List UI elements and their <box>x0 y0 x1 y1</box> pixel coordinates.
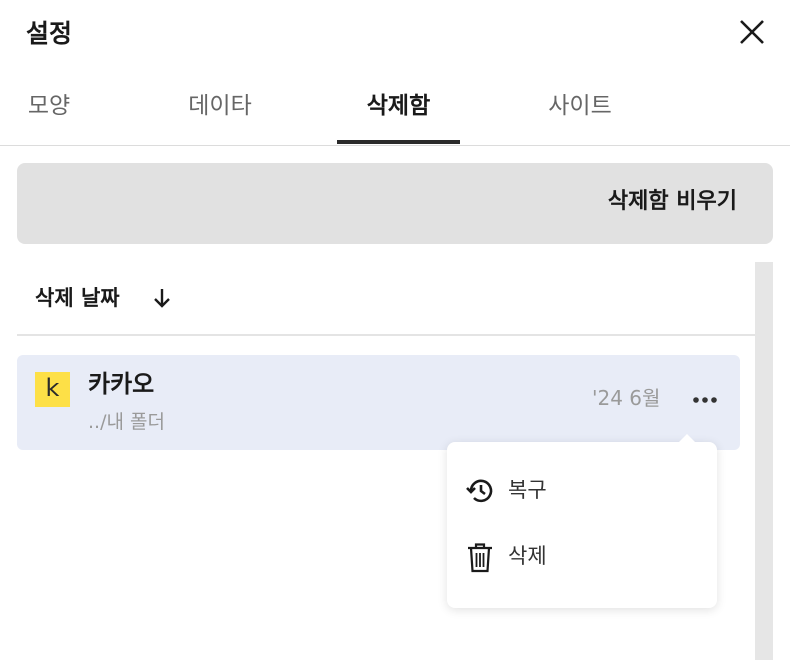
context-menu: 복구 삭제 <box>447 434 717 608</box>
restore-history-icon <box>466 479 493 503</box>
list-item[interactable]: k 카카오 ../내 폴더 '24 6월 <box>17 355 740 450</box>
item-path: ../내 폴더 <box>88 411 165 433</box>
active-tab-indicator <box>337 140 460 144</box>
tab-data[interactable]: 데이타 <box>170 80 270 144</box>
trash-icon <box>468 543 492 573</box>
close-icon <box>740 20 764 44</box>
scrollbar[interactable] <box>755 262 773 660</box>
arrow-down-icon[interactable] <box>153 288 171 308</box>
close-button[interactable] <box>730 12 774 52</box>
tab-bar: 모양 데이타 삭제함 사이트 <box>0 80 790 146</box>
delete-label: 삭제 <box>508 544 547 568</box>
trash-toolbar: 삭제함 비우기 <box>17 163 773 244</box>
item-name: 카카오 <box>88 370 155 398</box>
empty-trash-button[interactable]: 삭제함 비우기 <box>608 163 737 241</box>
item-deleted-date: '24 6월 <box>592 386 661 410</box>
sort-header: 삭제 날짜 <box>17 262 755 336</box>
restore-menu-item[interactable]: 복구 <box>447 466 717 516</box>
site-logo: k <box>35 372 70 407</box>
page-title: 설정 <box>26 19 73 48</box>
sort-by-deleted-date[interactable]: 삭제 날짜 <box>35 282 120 312</box>
tab-trash[interactable]: 삭제함 <box>337 80 460 144</box>
tab-sites[interactable]: 사이트 <box>530 80 630 144</box>
more-horizontal-icon <box>693 397 717 403</box>
tab-appearance[interactable]: 모양 <box>14 80 84 144</box>
delete-menu-item[interactable]: 삭제 <box>447 532 717 582</box>
restore-label: 복구 <box>508 478 547 502</box>
menu-pointer <box>678 434 696 443</box>
more-options-button[interactable] <box>687 383 723 413</box>
